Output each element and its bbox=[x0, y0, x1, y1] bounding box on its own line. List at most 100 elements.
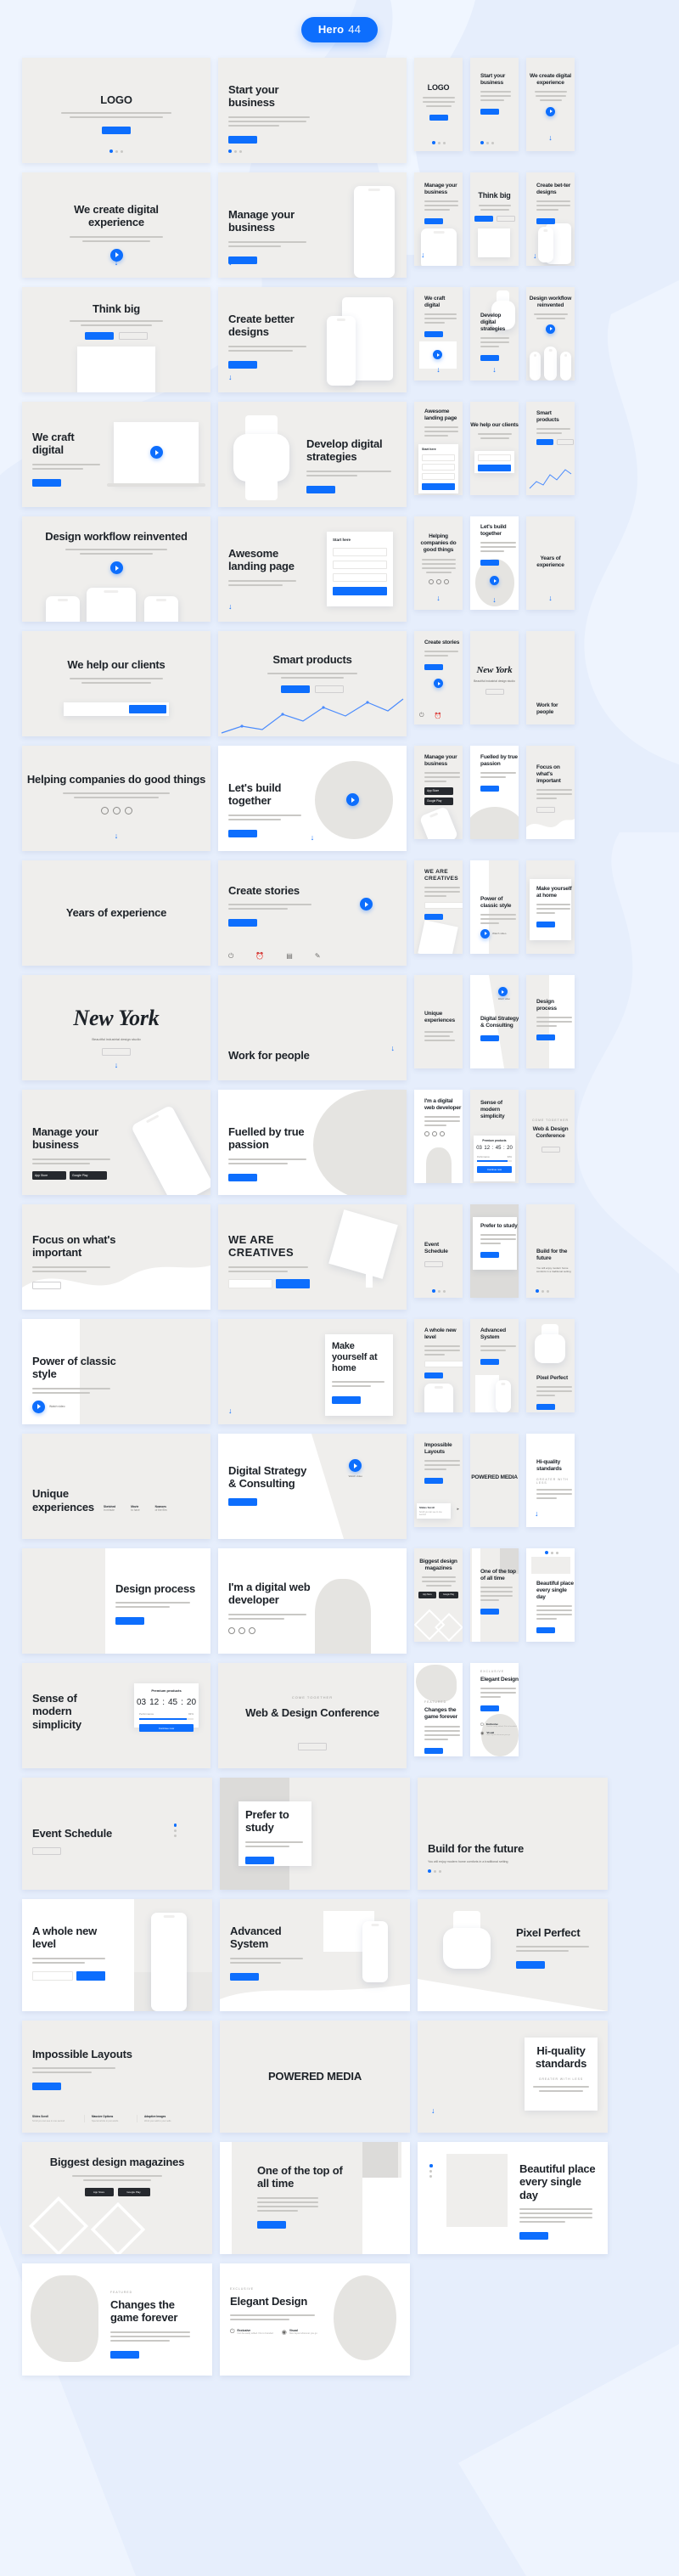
card-make-yourself-at-home[interactable]: Make yourself at home ↓ bbox=[218, 1319, 407, 1424]
card-smart-products[interactable]: Smart products bbox=[218, 631, 407, 736]
card-create-better-designs-portrait[interactable]: Create bet-ter designs ↓ bbox=[526, 172, 575, 266]
card-design-process[interactable]: Design process bbox=[22, 1548, 210, 1654]
explore-button[interactable] bbox=[424, 663, 443, 670]
card-we-are-creatives[interactable]: WE ARE CREATIVES bbox=[218, 1204, 407, 1310]
card-manage-your-business-stores[interactable]: Manage your business App Store Google Pl… bbox=[22, 1090, 210, 1195]
scroll-down-arrow[interactable]: ↓ bbox=[492, 365, 497, 374]
card-beautiful-place-every-single-day[interactable]: Beautiful place every single day bbox=[418, 2142, 608, 2254]
card-pixel-perfect[interactable]: Pixel Perfect bbox=[418, 1899, 608, 2011]
explore-button[interactable] bbox=[332, 1395, 361, 1404]
card-logo-portrait[interactable]: LOGO bbox=[414, 58, 463, 151]
form-submit-button[interactable] bbox=[333, 587, 387, 595]
card-smart-products-portrait[interactable]: Smart products bbox=[526, 402, 575, 495]
card-we-create-digital-experience-portrait[interactable]: We create digital experience ↓ bbox=[526, 58, 575, 151]
card-impossible-layouts[interactable]: Impossible Layouts Slides Scroll Scroll … bbox=[22, 2021, 212, 2133]
explore-button[interactable] bbox=[536, 1403, 555, 1410]
explore-button[interactable] bbox=[245, 1856, 274, 1864]
googleplay-button[interactable]: Google Play bbox=[117, 2188, 150, 2197]
scroll-down-arrow[interactable]: ↓ bbox=[436, 365, 441, 374]
scroll-down-arrow[interactable]: ↓ bbox=[535, 1509, 539, 1518]
card-web-design-conference-portrait[interactable]: COME TOGETHER Web & Design Conference bbox=[526, 1090, 575, 1183]
card-manage-your-business-stores-portrait[interactable]: Manage your business App Store Google Pl… bbox=[414, 746, 463, 839]
explore-button[interactable] bbox=[485, 688, 504, 695]
card-advanced-system[interactable]: Advanced System bbox=[220, 1899, 410, 2011]
card-unique-experiences-portrait[interactable]: Unique experiences bbox=[414, 975, 463, 1068]
card-start-your-business-portrait[interactable]: Start your business bbox=[470, 58, 519, 151]
card-power-of-classic-style-portrait[interactable]: Power of classic style Watch video bbox=[470, 860, 519, 954]
email-input[interactable] bbox=[32, 1970, 73, 1981]
explore-button[interactable] bbox=[424, 1477, 443, 1484]
explore-button[interactable] bbox=[115, 1617, 144, 1626]
card-beautiful-place-every-single-day-portrait[interactable]: Beautiful place every single day bbox=[526, 1548, 575, 1642]
card-fuelled-by-true-passion[interactable]: Fuelled by true passion bbox=[218, 1090, 407, 1195]
explore-button[interactable] bbox=[32, 1847, 61, 1856]
signup-button[interactable] bbox=[536, 217, 555, 224]
form-submit-button[interactable] bbox=[422, 483, 455, 490]
card-create-stories-portrait[interactable]: Create stories ⏻ ⏰ bbox=[414, 631, 463, 724]
explore-button[interactable] bbox=[536, 1034, 555, 1040]
card-start-your-business[interactable]: Start your business bbox=[218, 58, 407, 163]
scroll-down-arrow[interactable]: ↓ bbox=[311, 833, 315, 842]
play-button[interactable] bbox=[32, 1400, 45, 1413]
carousel-dots[interactable] bbox=[545, 1551, 558, 1554]
explore-button[interactable] bbox=[556, 438, 574, 445]
card-powered-media-portrait[interactable]: POWERED MEDIA bbox=[470, 1434, 519, 1527]
play-button[interactable] bbox=[480, 928, 490, 939]
carousel-dots[interactable] bbox=[536, 1289, 549, 1293]
signup-button[interactable] bbox=[102, 127, 131, 135]
card-prefer-to-study[interactable]: Prefer to study bbox=[220, 1778, 410, 1890]
card-lets-build-together[interactable]: Let's build together ↓ bbox=[218, 746, 407, 851]
email-input[interactable] bbox=[424, 1360, 463, 1367]
explore-button[interactable] bbox=[519, 2231, 548, 2240]
subscribe-button[interactable] bbox=[129, 705, 166, 713]
social-icons[interactable] bbox=[22, 807, 210, 815]
play-button[interactable] bbox=[497, 987, 508, 996]
card-logo[interactable]: LOGO bbox=[22, 58, 210, 163]
googleplay-button[interactable]: Google Play bbox=[424, 797, 453, 805]
card-build-for-the-future-portrait[interactable]: Build for the future You will enjoy mode… bbox=[526, 1204, 575, 1298]
scroll-down-arrow[interactable]: ↓ bbox=[115, 1061, 119, 1069]
explore-button[interactable] bbox=[110, 2350, 139, 2359]
card-new-york-portrait[interactable]: New York Beautiful industrial design stu… bbox=[470, 631, 519, 724]
explore-button[interactable] bbox=[480, 1034, 499, 1041]
signup-button[interactable] bbox=[228, 829, 257, 837]
subscribe-button[interactable] bbox=[276, 1278, 310, 1288]
card-one-of-the-top-of-all-time-portrait[interactable]: One of the top of all time bbox=[470, 1548, 519, 1642]
googleplay-button[interactable]: Google Play bbox=[439, 1591, 458, 1598]
explore-button[interactable] bbox=[424, 1260, 443, 1267]
explore-button[interactable] bbox=[536, 921, 555, 927]
scroll-down-arrow[interactable]: ↓ bbox=[391, 1044, 396, 1052]
carousel-dots[interactable] bbox=[428, 1869, 589, 1873]
feature-icon-row[interactable]: ⏻ ⏰ ▤ ✎ bbox=[228, 952, 321, 961]
explore-button[interactable] bbox=[228, 1497, 257, 1506]
explore-button[interactable] bbox=[119, 332, 148, 341]
explore-button[interactable] bbox=[496, 215, 515, 222]
card-build-for-the-future[interactable]: Build for the future You will enjoy mode… bbox=[418, 1778, 608, 1890]
signup-button[interactable] bbox=[281, 685, 310, 694]
hero-count-badge[interactable]: Hero 44 bbox=[300, 17, 379, 42]
card-lets-build-together-portrait[interactable]: Let's build together ↓ bbox=[470, 516, 519, 610]
feature-icons[interactable]: ⏻ ⏰ bbox=[419, 713, 441, 719]
explore-button[interactable] bbox=[536, 1626, 555, 1633]
card-sense-of-modern-simplicity-portrait[interactable]: Sense of modern simplicity Premium produ… bbox=[470, 1090, 519, 1183]
explore-button[interactable] bbox=[516, 1961, 545, 1970]
card-design-workflow-reinvented-portrait[interactable]: Design workflow reinvented bbox=[526, 287, 575, 380]
signup-button[interactable] bbox=[480, 354, 499, 361]
signup-button[interactable] bbox=[85, 332, 114, 341]
signup-button[interactable] bbox=[480, 108, 499, 115]
name-input[interactable] bbox=[333, 548, 387, 556]
card-awesome-landing-page[interactable]: Awesome landing page Start here ↓ bbox=[218, 516, 407, 622]
explore-button[interactable] bbox=[298, 1743, 327, 1750]
scroll-down-arrow[interactable]: ↓ bbox=[548, 594, 553, 602]
card-powered-media[interactable]: POWERED MEDIA bbox=[220, 2021, 410, 2133]
card-biggest-design-magazines-portrait[interactable]: Biggest design magazines App Store Googl… bbox=[414, 1548, 463, 1642]
signup-button[interactable] bbox=[536, 438, 553, 445]
explore-button[interactable] bbox=[480, 1251, 499, 1258]
card-web-design-conference[interactable]: COME TOGETHER Web & Design Conference bbox=[218, 1663, 407, 1768]
card-awesome-landing-page-portrait[interactable]: Awesome landing page Start here bbox=[414, 402, 463, 495]
card-event-schedule[interactable]: Event Schedule bbox=[22, 1778, 212, 1890]
scroll-down-arrow[interactable]: ↓ bbox=[492, 595, 497, 604]
name-input[interactable] bbox=[422, 454, 455, 461]
card-changes-the-game-forever[interactable]: FEATURED Changes the game forever bbox=[22, 2263, 212, 2376]
card-design-workflow-reinvented[interactable]: Design workflow reinvented bbox=[22, 516, 210, 622]
